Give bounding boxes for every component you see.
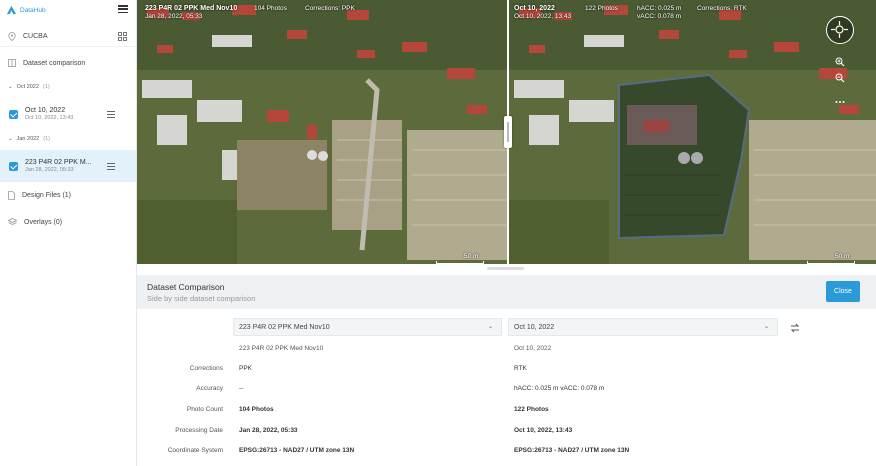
project-name: CUCBA — [23, 33, 48, 40]
right-hacc: hACC: 0.025 m — [637, 5, 682, 12]
app-logo[interactable]: DataHub — [0, 0, 136, 20]
panel-header: Dataset Comparison Side by side dataset … — [137, 275, 876, 309]
left-accuracy-value: -- — [239, 385, 244, 392]
right-corrections: Corrections: RTK — [697, 5, 747, 12]
map-left[interactable] — [137, 0, 507, 264]
right-accuracy-value: hACC: 0.025 m vACC: 0.078 m — [514, 385, 605, 392]
left-photo-count: 104 Photos — [254, 5, 287, 12]
panel-title: Dataset Comparison — [147, 282, 225, 292]
chevron-down-icon: ⌄ — [763, 324, 769, 330]
compare-icon — [8, 59, 16, 67]
swipe-handle[interactable] — [504, 116, 512, 148]
file-icon — [8, 190, 15, 200]
left-dataset-name: 223 P4R 02 PPK Med Nov10 — [239, 345, 324, 352]
right-coordinate-system-value: EPSG:26713 - NAD27 / UTM zone 13N — [514, 447, 630, 454]
group-header-oct-2022[interactable]: ⌄ Oct 2022 (1) — [8, 84, 50, 90]
sidebar-item-design-files[interactable]: Design Files (1) — [0, 185, 136, 205]
left-corrections-value: PPK — [239, 365, 253, 372]
select-value: Oct 10, 2022 — [514, 323, 555, 331]
dataset-title: Oct 10, 2022 — [25, 107, 66, 114]
right-photo-count: 122 Photos — [585, 5, 618, 12]
right-scale-bar: 50 m — [807, 253, 855, 264]
menu-icon[interactable] — [118, 4, 128, 14]
group-header-jan-2022[interactable]: ⌄ Jan 2022 (1) — [8, 136, 50, 142]
right-vacc: vACC: 0.078 m — [637, 13, 682, 20]
right-dataset-title: Oct 10, 2022 — [514, 5, 555, 12]
left-coordinate-system-value: EPSG:26713 - NAD27 / UTM zone 13N — [239, 447, 355, 454]
right-dataset-name: Oct 10, 2022 — [514, 345, 552, 352]
group-count: (1) — [42, 84, 50, 90]
dataset-title: 223 P4R 02 PPK M... — [25, 159, 92, 166]
grid-view-icon[interactable] — [118, 32, 127, 41]
left-processing-date-value: Jan 28, 2022, 05:33 — [239, 427, 298, 434]
left-dataset-select[interactable]: 223 P4R 02 PPK Med Nov10 ⌄ — [233, 318, 502, 336]
row-label-photo-count: Photo Count — [186, 406, 223, 413]
row-label-corrections: Corrections — [189, 365, 223, 372]
chevron-down-icon: ⌄ — [8, 84, 13, 90]
sidebar-item-dataset-comparison[interactable]: Dataset comparison — [0, 53, 136, 73]
aerial-imagery-right — [509, 0, 876, 264]
aerial-imagery-left — [137, 0, 507, 264]
compass-icon[interactable] — [826, 16, 854, 44]
zoom-out-icon[interactable] — [834, 72, 846, 84]
settings-sliders-icon[interactable] — [107, 110, 115, 118]
row-label-coordinate-system: Coordinate System — [167, 447, 223, 454]
dataset-date: Oct 10, 2022, 13:43 — [25, 115, 74, 121]
sidebar-item-label: Dataset comparison — [23, 59, 86, 67]
right-dataset-date: Oct 10, 2022, 13:43 — [514, 13, 572, 20]
left-dataset-title: 223 P4R 02 PPK Med Nov10 — [145, 5, 238, 12]
layers-icon — [8, 218, 17, 225]
left-corrections: Corrections: PPK — [305, 5, 355, 12]
zoom-in-icon[interactable] — [834, 56, 846, 68]
group-label: Oct 2022 — [16, 84, 39, 90]
select-value: 223 P4R 02 PPK Med Nov10 — [239, 323, 330, 331]
panel-subtitle: Side by side dataset comparison — [147, 294, 256, 303]
row-label-processing-date: Processing Date — [175, 427, 223, 434]
scale-label: 50 m — [464, 253, 479, 260]
sidebar: DataHub CUCBA Dataset comparison ⌄ Oct 2… — [0, 0, 137, 466]
group-count: (1) — [43, 136, 50, 142]
left-photo-count-value: 104 Photos — [239, 406, 274, 413]
scale-label: 50 m — [835, 253, 850, 260]
dataset-checkbox[interactable] — [9, 161, 18, 171]
right-photo-count-value: 122 Photos — [514, 406, 549, 413]
more-options-icon[interactable] — [834, 96, 846, 108]
sidebar-item-label: Overlays (0) — [24, 218, 63, 226]
chevron-down-icon: ⌄ — [8, 136, 13, 142]
map-right[interactable] — [509, 0, 876, 264]
left-dataset-date: Jan 28, 2022, 05:33 — [145, 13, 203, 20]
row-label-accuracy: Accuracy — [196, 385, 223, 392]
logo-text: DataHub — [20, 6, 46, 14]
right-processing-date-value: Oct 10, 2022, 13:43 — [514, 427, 573, 434]
settings-sliders-icon[interactable] — [107, 162, 115, 170]
panel-resize-handle[interactable] — [487, 267, 524, 270]
location-pin-icon — [8, 32, 16, 41]
logo-icon — [6, 5, 17, 14]
project-selector[interactable]: CUCBA — [0, 27, 136, 47]
dataset-checkbox[interactable] — [9, 109, 18, 119]
dataset-item-223-p4r[interactable]: 223 P4R 02 PPK M... Jan 28, 2022, 05:33 — [0, 150, 136, 182]
group-label: Jan 2022 — [16, 136, 40, 142]
close-button[interactable]: Close — [826, 281, 860, 302]
chevron-down-icon: ⌄ — [487, 324, 493, 330]
swap-icon[interactable] — [789, 322, 801, 334]
sidebar-item-overlays[interactable]: Overlays (0) — [0, 212, 136, 232]
right-corrections-value: RTK — [514, 365, 527, 372]
left-scale-bar: 50 m — [436, 253, 484, 264]
dataset-date: Jan 28, 2022, 05:33 — [25, 167, 74, 173]
sidebar-item-label: Design Files (1) — [22, 191, 72, 199]
right-dataset-select[interactable]: Oct 10, 2022 ⌄ — [508, 318, 778, 336]
dataset-item-oct-10[interactable]: Oct 10, 2022 Oct 10, 2022, 13:43 — [0, 98, 136, 130]
